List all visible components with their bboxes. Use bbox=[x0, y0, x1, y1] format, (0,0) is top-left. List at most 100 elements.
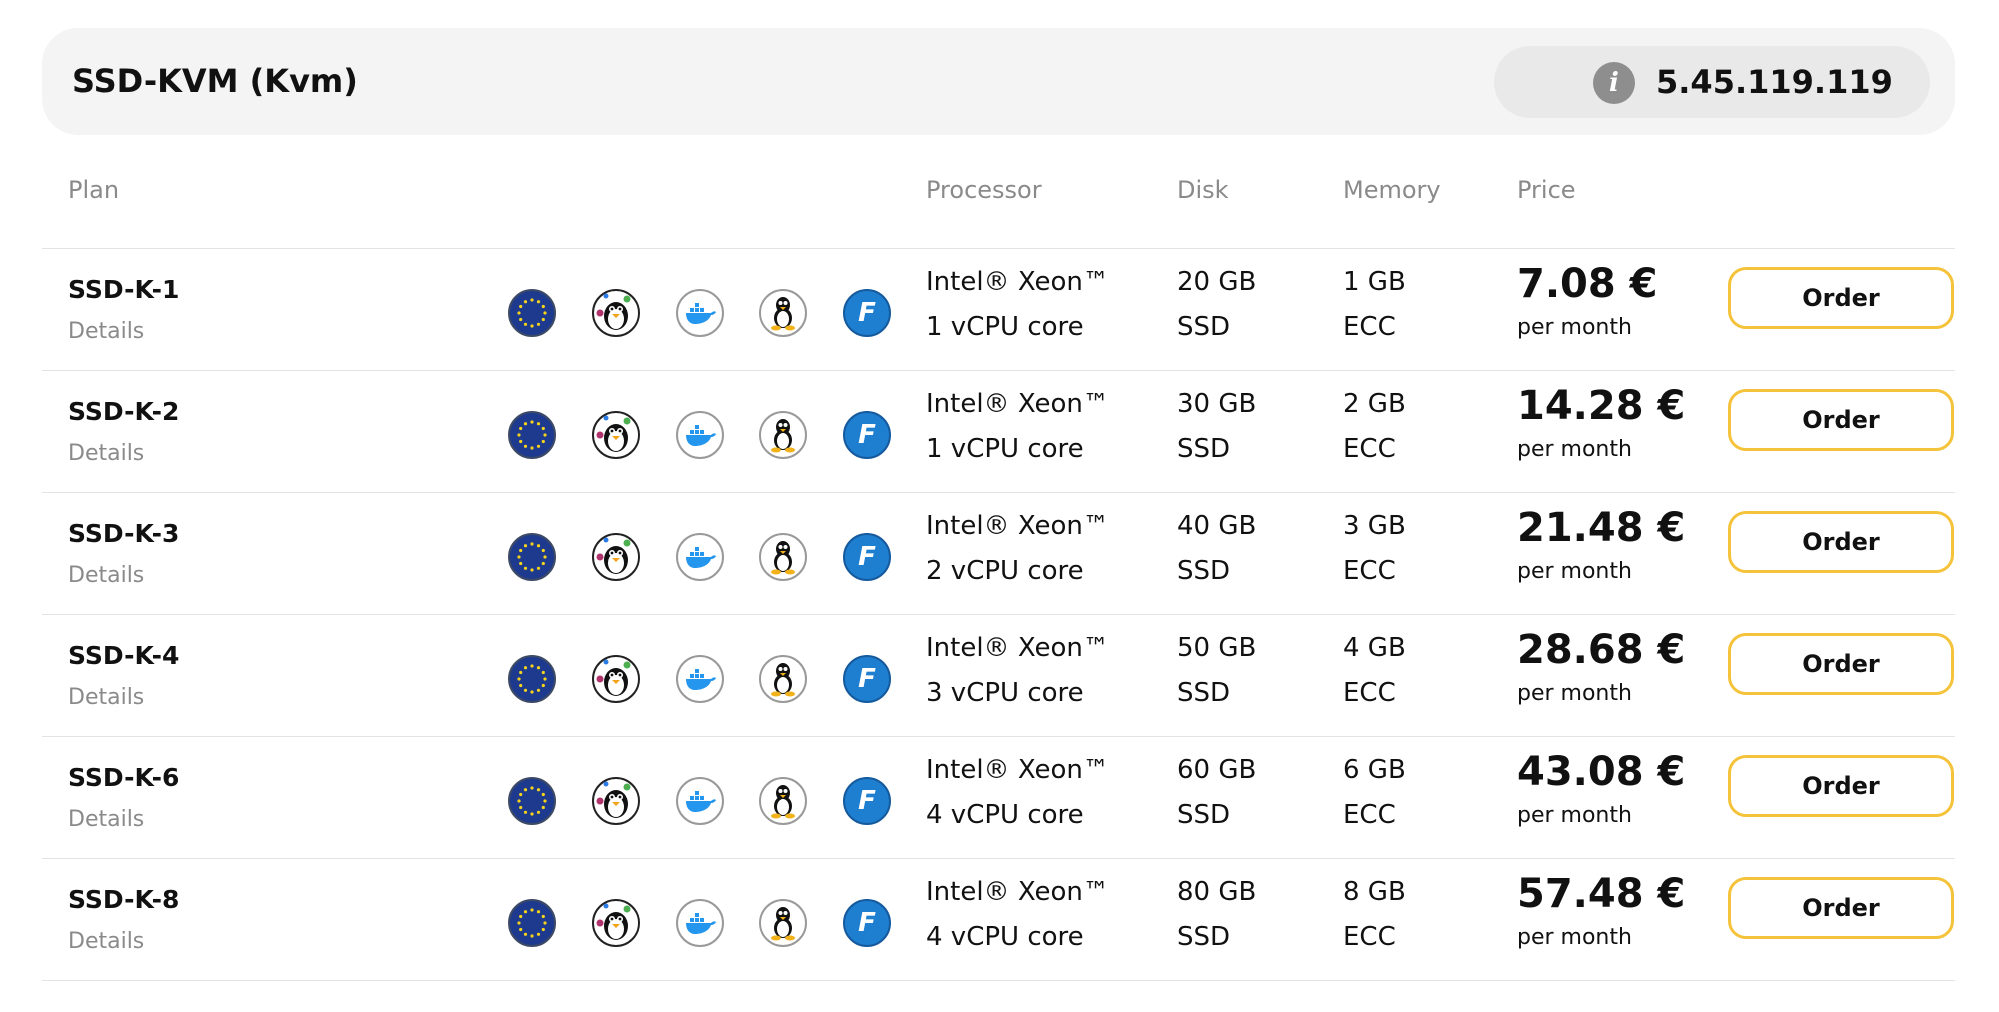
disk-type: SSD bbox=[1177, 800, 1231, 830]
processor-cores: 3 vCPU core bbox=[926, 678, 1084, 708]
tux-icon bbox=[759, 289, 807, 337]
processor-model: Intel® Xeon™ bbox=[926, 389, 1109, 419]
tux-icon bbox=[759, 777, 807, 825]
order-button[interactable]: Order bbox=[1728, 511, 1954, 573]
order-button[interactable]: Order bbox=[1728, 633, 1954, 695]
docker-icon bbox=[676, 289, 724, 337]
memory-size: 4 GB bbox=[1343, 633, 1406, 663]
details-link[interactable]: Details bbox=[68, 685, 144, 710]
column-header-disk: Disk bbox=[1177, 176, 1229, 204]
table-row: SSD-K-8 Details F Intel® Xeon™ 4 vCPU co… bbox=[0, 859, 1999, 981]
memory-type: ECC bbox=[1343, 678, 1396, 708]
plan-name: SSD-K-2 bbox=[68, 397, 180, 426]
order-button[interactable]: Order bbox=[1728, 389, 1954, 451]
plan-group-title: SSD-KVM (Kvm) bbox=[72, 62, 358, 100]
docker-icon bbox=[676, 533, 724, 581]
details-link[interactable]: Details bbox=[68, 807, 144, 832]
details-link[interactable]: Details bbox=[68, 441, 144, 466]
plan-group-header: SSD-KVM (Kvm) i 5.45.119.119 bbox=[42, 28, 1955, 135]
order-button[interactable]: Order bbox=[1728, 877, 1954, 939]
plan-name: SSD-K-1 bbox=[68, 275, 180, 304]
disk-type: SSD bbox=[1177, 556, 1231, 586]
disk-type: SSD bbox=[1177, 922, 1231, 952]
disk-type: SSD bbox=[1177, 678, 1231, 708]
plan-name: SSD-K-4 bbox=[68, 641, 180, 670]
price-period: per month bbox=[1517, 559, 1632, 584]
memory-size: 2 GB bbox=[1343, 389, 1406, 419]
column-header-price: Price bbox=[1517, 176, 1576, 204]
f-badge-icon: F bbox=[843, 777, 891, 825]
column-header-processor: Processor bbox=[926, 176, 1042, 204]
processor-model: Intel® Xeon™ bbox=[926, 633, 1109, 663]
order-button[interactable]: Order bbox=[1728, 755, 1954, 817]
tux-icon bbox=[759, 411, 807, 459]
order-button[interactable]: Order bbox=[1728, 267, 1954, 329]
ip-address: 5.45.119.119 bbox=[1656, 63, 1893, 101]
tux-icon bbox=[759, 655, 807, 703]
linux-penguin-icon bbox=[592, 777, 640, 825]
eu-flag-icon bbox=[508, 411, 556, 459]
docker-icon bbox=[676, 655, 724, 703]
ip-address-box[interactable]: i 5.45.119.119 bbox=[1494, 46, 1930, 118]
linux-penguin-icon bbox=[592, 411, 640, 459]
details-link[interactable]: Details bbox=[68, 319, 144, 344]
disk-size: 50 GB bbox=[1177, 633, 1257, 663]
plan-name: SSD-K-3 bbox=[68, 519, 180, 548]
row-divider bbox=[42, 980, 1955, 981]
f-badge-icon: F bbox=[843, 899, 891, 947]
price-value: 14.28 € bbox=[1517, 383, 1686, 429]
memory-size: 8 GB bbox=[1343, 877, 1406, 907]
memory-type: ECC bbox=[1343, 556, 1396, 586]
disk-size: 40 GB bbox=[1177, 511, 1257, 541]
price-value: 7.08 € bbox=[1517, 261, 1658, 307]
processor-cores: 1 vCPU core bbox=[926, 312, 1084, 342]
price-value: 28.68 € bbox=[1517, 627, 1686, 673]
disk-size: 20 GB bbox=[1177, 267, 1257, 297]
table-row: SSD-K-3 Details F Intel® Xeon™ 2 vCPU co… bbox=[0, 493, 1999, 615]
processor-cores: 4 vCPU core bbox=[926, 922, 1084, 952]
disk-size: 80 GB bbox=[1177, 877, 1257, 907]
price-period: per month bbox=[1517, 315, 1632, 340]
memory-type: ECC bbox=[1343, 800, 1396, 830]
memory-type: ECC bbox=[1343, 312, 1396, 342]
memory-size: 6 GB bbox=[1343, 755, 1406, 785]
disk-type: SSD bbox=[1177, 312, 1231, 342]
column-header-plan: Plan bbox=[68, 176, 120, 204]
info-icon[interactable]: i bbox=[1593, 62, 1635, 104]
details-link[interactable]: Details bbox=[68, 563, 144, 588]
eu-flag-icon bbox=[508, 777, 556, 825]
processor-cores: 1 vCPU core bbox=[926, 434, 1084, 464]
tux-icon bbox=[759, 533, 807, 581]
table-row: SSD-K-2 Details F Intel® Xeon™ 1 vCPU co… bbox=[0, 371, 1999, 493]
docker-icon bbox=[676, 411, 724, 459]
price-period: per month bbox=[1517, 681, 1632, 706]
plan-name: SSD-K-6 bbox=[68, 763, 180, 792]
f-badge-icon: F bbox=[843, 655, 891, 703]
processor-model: Intel® Xeon™ bbox=[926, 267, 1109, 297]
docker-icon bbox=[676, 777, 724, 825]
price-period: per month bbox=[1517, 925, 1632, 950]
f-badge-icon: F bbox=[843, 533, 891, 581]
f-badge-icon: F bbox=[843, 289, 891, 337]
processor-cores: 4 vCPU core bbox=[926, 800, 1084, 830]
disk-type: SSD bbox=[1177, 434, 1231, 464]
eu-flag-icon bbox=[508, 289, 556, 337]
details-link[interactable]: Details bbox=[68, 929, 144, 954]
price-period: per month bbox=[1517, 803, 1632, 828]
price-value: 21.48 € bbox=[1517, 505, 1686, 551]
processor-model: Intel® Xeon™ bbox=[926, 877, 1109, 907]
linux-penguin-icon bbox=[592, 533, 640, 581]
disk-size: 60 GB bbox=[1177, 755, 1257, 785]
docker-icon bbox=[676, 899, 724, 947]
memory-type: ECC bbox=[1343, 922, 1396, 952]
memory-size: 3 GB bbox=[1343, 511, 1406, 541]
memory-type: ECC bbox=[1343, 434, 1396, 464]
price-period: per month bbox=[1517, 437, 1632, 462]
eu-flag-icon bbox=[508, 899, 556, 947]
linux-penguin-icon bbox=[592, 899, 640, 947]
eu-flag-icon bbox=[508, 533, 556, 581]
table-row: SSD-K-4 Details F Intel® Xeon™ 3 vCPU co… bbox=[0, 615, 1999, 737]
processor-model: Intel® Xeon™ bbox=[926, 755, 1109, 785]
linux-penguin-icon bbox=[592, 655, 640, 703]
memory-size: 1 GB bbox=[1343, 267, 1406, 297]
